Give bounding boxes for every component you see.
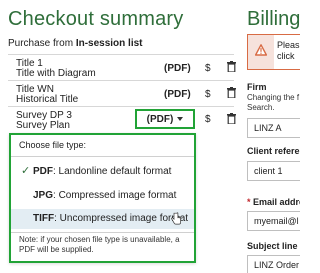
file-type-menu: Choose file type: ✓ PDF: Landonline defa… — [9, 133, 196, 263]
file-type-option-pdf[interactable]: ✓ PDF: Landonline default format — [11, 162, 194, 182]
purchase-source: Purchase from In-session list — [8, 38, 143, 49]
option-label: TIFF: Uncompressed image format — [33, 213, 188, 224]
check-icon: ✓ — [21, 165, 31, 177]
subject-line-field[interactable]: LINZ Order — [247, 255, 300, 273]
alert-text: Pleas click — [277, 40, 300, 62]
item-price: $ — [205, 63, 211, 74]
client-reference-field[interactable]: client 1 — [247, 161, 300, 181]
firm-help: Changing the f Search. — [247, 93, 299, 113]
item-format[interactable]: (PDF) — [164, 63, 191, 74]
subject-line-label: Subject line — [247, 241, 298, 251]
billing-panel: Billing d Pleasclick Firm Changing the f… — [237, 0, 300, 273]
firm-help-line: Search. — [247, 103, 275, 112]
firm-label: Firm — [247, 82, 267, 92]
item-price: $ — [205, 114, 211, 125]
item-subtitle: Title with Diagram — [16, 68, 96, 79]
option-type: PDF — [33, 166, 53, 177]
option-desc: : Uncompressed image format — [54, 213, 189, 224]
option-label: PDF: Landonline default format — [33, 166, 171, 177]
file-type-select[interactable]: (PDF) — [135, 109, 195, 129]
purchase-source-prefix: Purchase from — [8, 38, 76, 49]
hand-cursor-icon — [171, 212, 181, 225]
client-reference-label: Client referen — [247, 146, 300, 156]
item-format[interactable]: (PDF) — [164, 89, 191, 100]
list-item: Survey DP 3 Survey Plan $ — [8, 106, 236, 133]
file-type-option-tiff[interactable]: TIFF: Uncompressed image format — [11, 209, 194, 229]
option-desc: : Landonline default format — [53, 166, 172, 177]
page-title: Checkout summary — [8, 8, 184, 30]
warning-icon — [255, 44, 267, 56]
divider — [11, 232, 194, 233]
option-type: TIFF — [33, 213, 55, 224]
list-item: Title WN Historical Title (PDF) $ — [8, 80, 236, 106]
billing-title: Billing d — [247, 8, 300, 30]
list-item: Title 1 Title with Diagram (PDF) $ — [8, 54, 236, 80]
checkout-summary-panel: Checkout summary Purchase from In-sessio… — [0, 0, 237, 273]
trash-icon[interactable] — [227, 61, 236, 72]
file-type-note: Note: if your chosen file type is unavai… — [19, 235, 180, 254]
alert-banner: Pleas click — [247, 34, 300, 70]
file-type-select-value: (PDF) — [146, 113, 174, 125]
file-type-option-jpg[interactable]: JPG: Compressed image format — [11, 186, 194, 206]
item-price: $ — [205, 89, 211, 100]
trash-icon[interactable] — [227, 113, 236, 124]
option-desc: : Compressed image format — [53, 190, 177, 201]
email-label: * Email address — [247, 197, 300, 207]
email-label-text: Email address — [253, 197, 300, 207]
option-type: JPG — [33, 190, 54, 201]
purchase-source-list: In-session list — [75, 38, 143, 49]
chevron-down-icon — [177, 117, 184, 121]
firm-field[interactable]: LINZ A — [247, 118, 300, 138]
file-type-menu-heading: Choose file type: — [19, 140, 87, 150]
option-label: JPG: Compressed image format — [33, 190, 176, 201]
firm-help-line: Changing the f — [247, 93, 300, 102]
divider — [11, 156, 194, 157]
email-field[interactable]: myemail@l — [247, 211, 300, 231]
trash-icon[interactable] — [227, 87, 236, 98]
alert-line: click — [277, 51, 295, 61]
item-subtitle: Historical Title — [16, 94, 79, 105]
alert-line: Pleas — [277, 40, 300, 50]
item-subtitle: Survey Plan — [16, 120, 70, 131]
